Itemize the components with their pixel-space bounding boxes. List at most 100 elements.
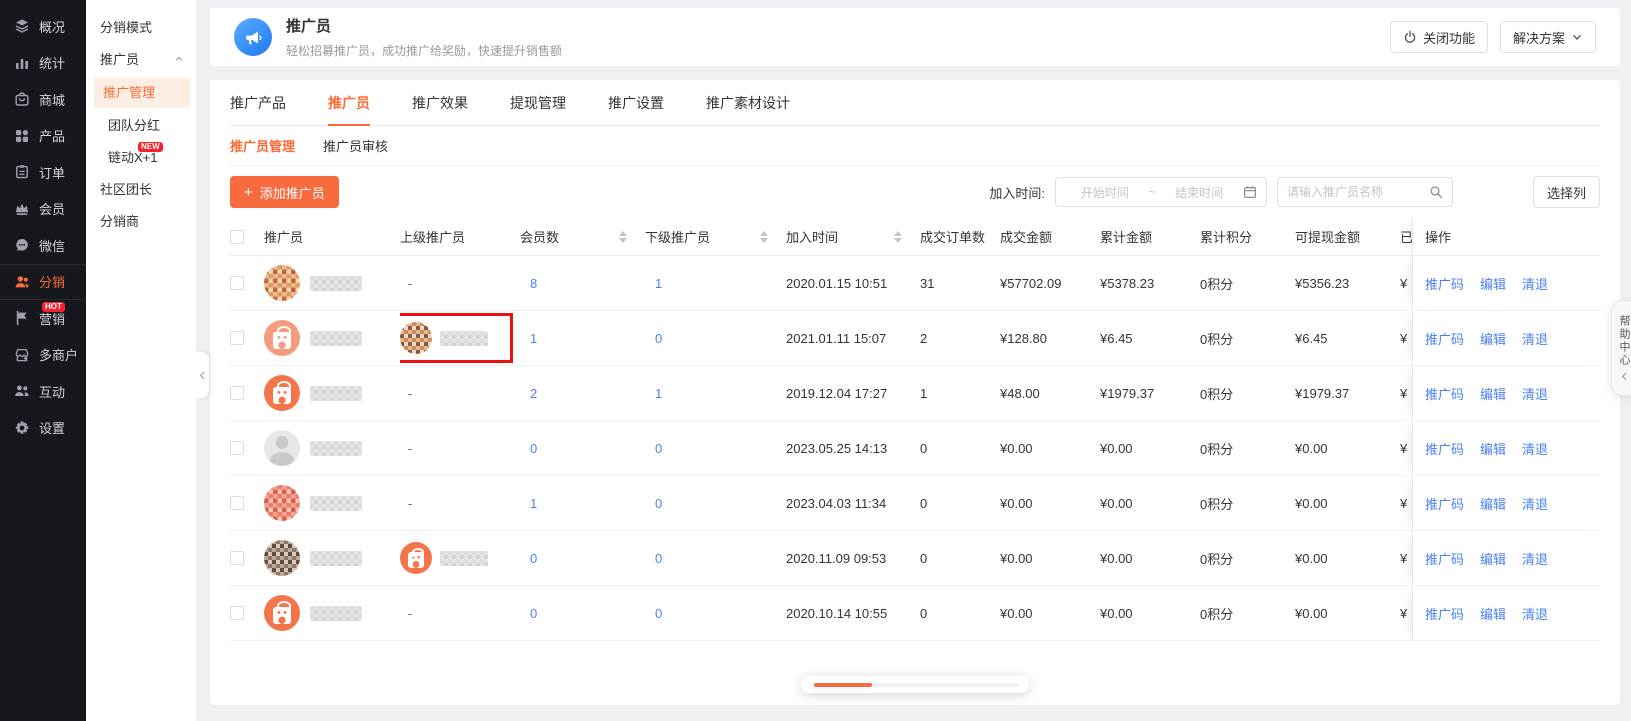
sidebar-item-概况[interactable]: 概况	[0, 8, 86, 45]
sidebar-item-会员[interactable]: 会员	[0, 191, 86, 228]
withdrawable-cell: ¥0.00	[1295, 440, 1328, 456]
sidebar-item-产品[interactable]: 产品	[0, 118, 86, 155]
sidebar-item-商城[interactable]: 商城	[0, 81, 86, 118]
column-header-clipped: 已	[1400, 230, 1412, 245]
downline-count-link[interactable]: 1	[655, 386, 662, 401]
date-end-placeholder[interactable]: 结束时间	[1160, 184, 1240, 201]
select-columns-button[interactable]: 选择列	[1532, 176, 1600, 208]
tab-提现管理[interactable]: 提现管理	[510, 80, 566, 125]
action-link-推广码[interactable]: 推广码	[1425, 274, 1464, 293]
subtab-推广员审核[interactable]: 推广员审核	[323, 136, 388, 155]
action-link-编辑[interactable]: 编辑	[1480, 604, 1506, 623]
tab-推广员[interactable]: 推广员	[328, 80, 370, 126]
sidebar-item-互动[interactable]: 互动	[0, 373, 86, 410]
upline-empty-dash: -	[408, 275, 413, 291]
action-link-推广码[interactable]: 推广码	[1425, 384, 1464, 403]
promoter-avatar	[264, 430, 300, 466]
downline-count-link[interactable]: 0	[655, 441, 662, 456]
join-time-cell: 2019.12.04 17:27	[786, 385, 888, 401]
action-link-清退[interactable]: 清退	[1522, 494, 1548, 513]
promoter-name-blurred	[310, 275, 362, 291]
solution-button[interactable]: 解决方案	[1499, 21, 1596, 53]
action-link-编辑[interactable]: 编辑	[1480, 274, 1506, 293]
submenu-item-推广管理[interactable]: 推广管理	[94, 78, 190, 108]
action-link-推广码[interactable]: 推广码	[1425, 549, 1464, 568]
deal-amount-cell: ¥128.80	[1000, 330, 1047, 346]
downline-count-link[interactable]: 1	[655, 276, 662, 291]
row-checkbox[interactable]	[230, 441, 244, 455]
action-link-清退[interactable]: 清退	[1522, 329, 1548, 348]
submenu-item-分销商[interactable]: 分销商	[86, 206, 196, 238]
action-link-清退[interactable]: 清退	[1522, 604, 1548, 623]
member-count-link[interactable]: 1	[530, 331, 537, 346]
promoter-search	[1276, 177, 1453, 207]
clipped-cell: ¥	[1400, 605, 1408, 621]
tab-推广设置[interactable]: 推广设置	[608, 80, 664, 125]
action-link-推广码[interactable]: 推广码	[1425, 329, 1464, 348]
action-link-推广码[interactable]: 推广码	[1425, 494, 1464, 513]
action-link-编辑[interactable]: 编辑	[1480, 494, 1506, 513]
row-checkbox[interactable]	[230, 386, 244, 400]
row-checkbox[interactable]	[230, 606, 244, 620]
action-link-编辑[interactable]: 编辑	[1480, 329, 1506, 348]
member-count-link[interactable]: 8	[530, 276, 537, 291]
scrollbar-thumb[interactable]	[814, 682, 872, 687]
date-start-placeholder[interactable]: 开始时间	[1065, 184, 1145, 201]
downline-count-link[interactable]: 0	[655, 606, 662, 621]
sidebar-item-统计[interactable]: 统计	[0, 45, 86, 82]
member-count-link[interactable]: 2	[530, 386, 537, 401]
member-count-link[interactable]: 1	[530, 496, 537, 511]
add-promoter-button[interactable]: + 添加推广员	[230, 176, 339, 208]
sidebar-item-分销[interactable]: 分销	[0, 263, 86, 300]
submenu-item-分销模式[interactable]: 分销模式	[86, 12, 196, 44]
date-range-picker[interactable]: 开始时间 ~ 结束时间	[1054, 177, 1267, 207]
member-count-link[interactable]: 0	[530, 441, 537, 456]
row-checkbox[interactable]	[230, 276, 244, 290]
close-feature-button[interactable]: 关闭功能	[1389, 21, 1488, 53]
action-link-编辑[interactable]: 编辑	[1480, 549, 1506, 568]
sidebar-collapse-handle[interactable]	[196, 352, 209, 398]
power-icon	[1403, 30, 1417, 44]
action-link-清退[interactable]: 清退	[1522, 384, 1548, 403]
withdrawable-cell: ¥0.00	[1295, 605, 1328, 621]
submenu-item-推广员[interactable]: 推广员	[86, 44, 196, 76]
sort-carets-icon[interactable]	[760, 230, 768, 243]
sidebar-item-多商户[interactable]: 多商户	[0, 337, 86, 374]
scrollbar-track[interactable]	[811, 682, 1019, 687]
action-link-清退[interactable]: 清退	[1522, 549, 1548, 568]
action-link-推广码[interactable]: 推广码	[1425, 439, 1464, 458]
downline-count-link[interactable]: 0	[655, 331, 662, 346]
join-time-cell: 2021.01.11 15:07	[786, 330, 887, 346]
promoter-search-input[interactable]	[1286, 185, 1429, 199]
subtab-推广员管理[interactable]: 推广员管理	[230, 136, 295, 155]
row-checkbox[interactable]	[230, 551, 244, 565]
member-count-link[interactable]: 0	[530, 606, 537, 621]
row-checkbox[interactable]	[230, 496, 244, 510]
action-link-编辑[interactable]: 编辑	[1480, 384, 1506, 403]
downline-count-link[interactable]: 0	[655, 496, 662, 511]
sort-carets-icon[interactable]	[894, 230, 902, 243]
sidebar-item-营销[interactable]: 营销 HOT	[0, 300, 86, 337]
action-link-清退[interactable]: 清退	[1522, 439, 1548, 458]
submenu-item-社区团长[interactable]: 社区团长	[86, 174, 196, 206]
tab-推广效果[interactable]: 推广效果	[412, 80, 468, 125]
sidebar-item-订单[interactable]: 订单	[0, 154, 86, 191]
downline-count-link[interactable]: 0	[655, 551, 662, 566]
sidebar-item-微信[interactable]: 微信	[0, 227, 86, 264]
action-link-推广码[interactable]: 推广码	[1425, 604, 1464, 623]
row-checkbox[interactable]	[230, 331, 244, 345]
upline-name-blurred	[440, 330, 488, 346]
search-icon[interactable]	[1429, 185, 1443, 199]
help-center-tab[interactable]: 帮助中心	[1611, 300, 1631, 396]
submenu-item-链动X+1[interactable]: 链动X+1 NEW	[86, 142, 196, 174]
horizontal-scrollbar[interactable]	[801, 676, 1029, 693]
select-all-checkbox[interactable]	[230, 229, 244, 244]
tab-推广素材设计[interactable]: 推广素材设计	[706, 80, 790, 125]
action-link-清退[interactable]: 清退	[1522, 274, 1548, 293]
member-count-link[interactable]: 0	[530, 551, 537, 566]
submenu-item-团队分红[interactable]: 团队分红	[86, 110, 196, 142]
sort-carets-icon[interactable]	[619, 230, 627, 243]
action-link-编辑[interactable]: 编辑	[1480, 439, 1506, 458]
tab-推广产品[interactable]: 推广产品	[230, 80, 286, 125]
sidebar-item-设置[interactable]: 设置	[0, 410, 86, 447]
